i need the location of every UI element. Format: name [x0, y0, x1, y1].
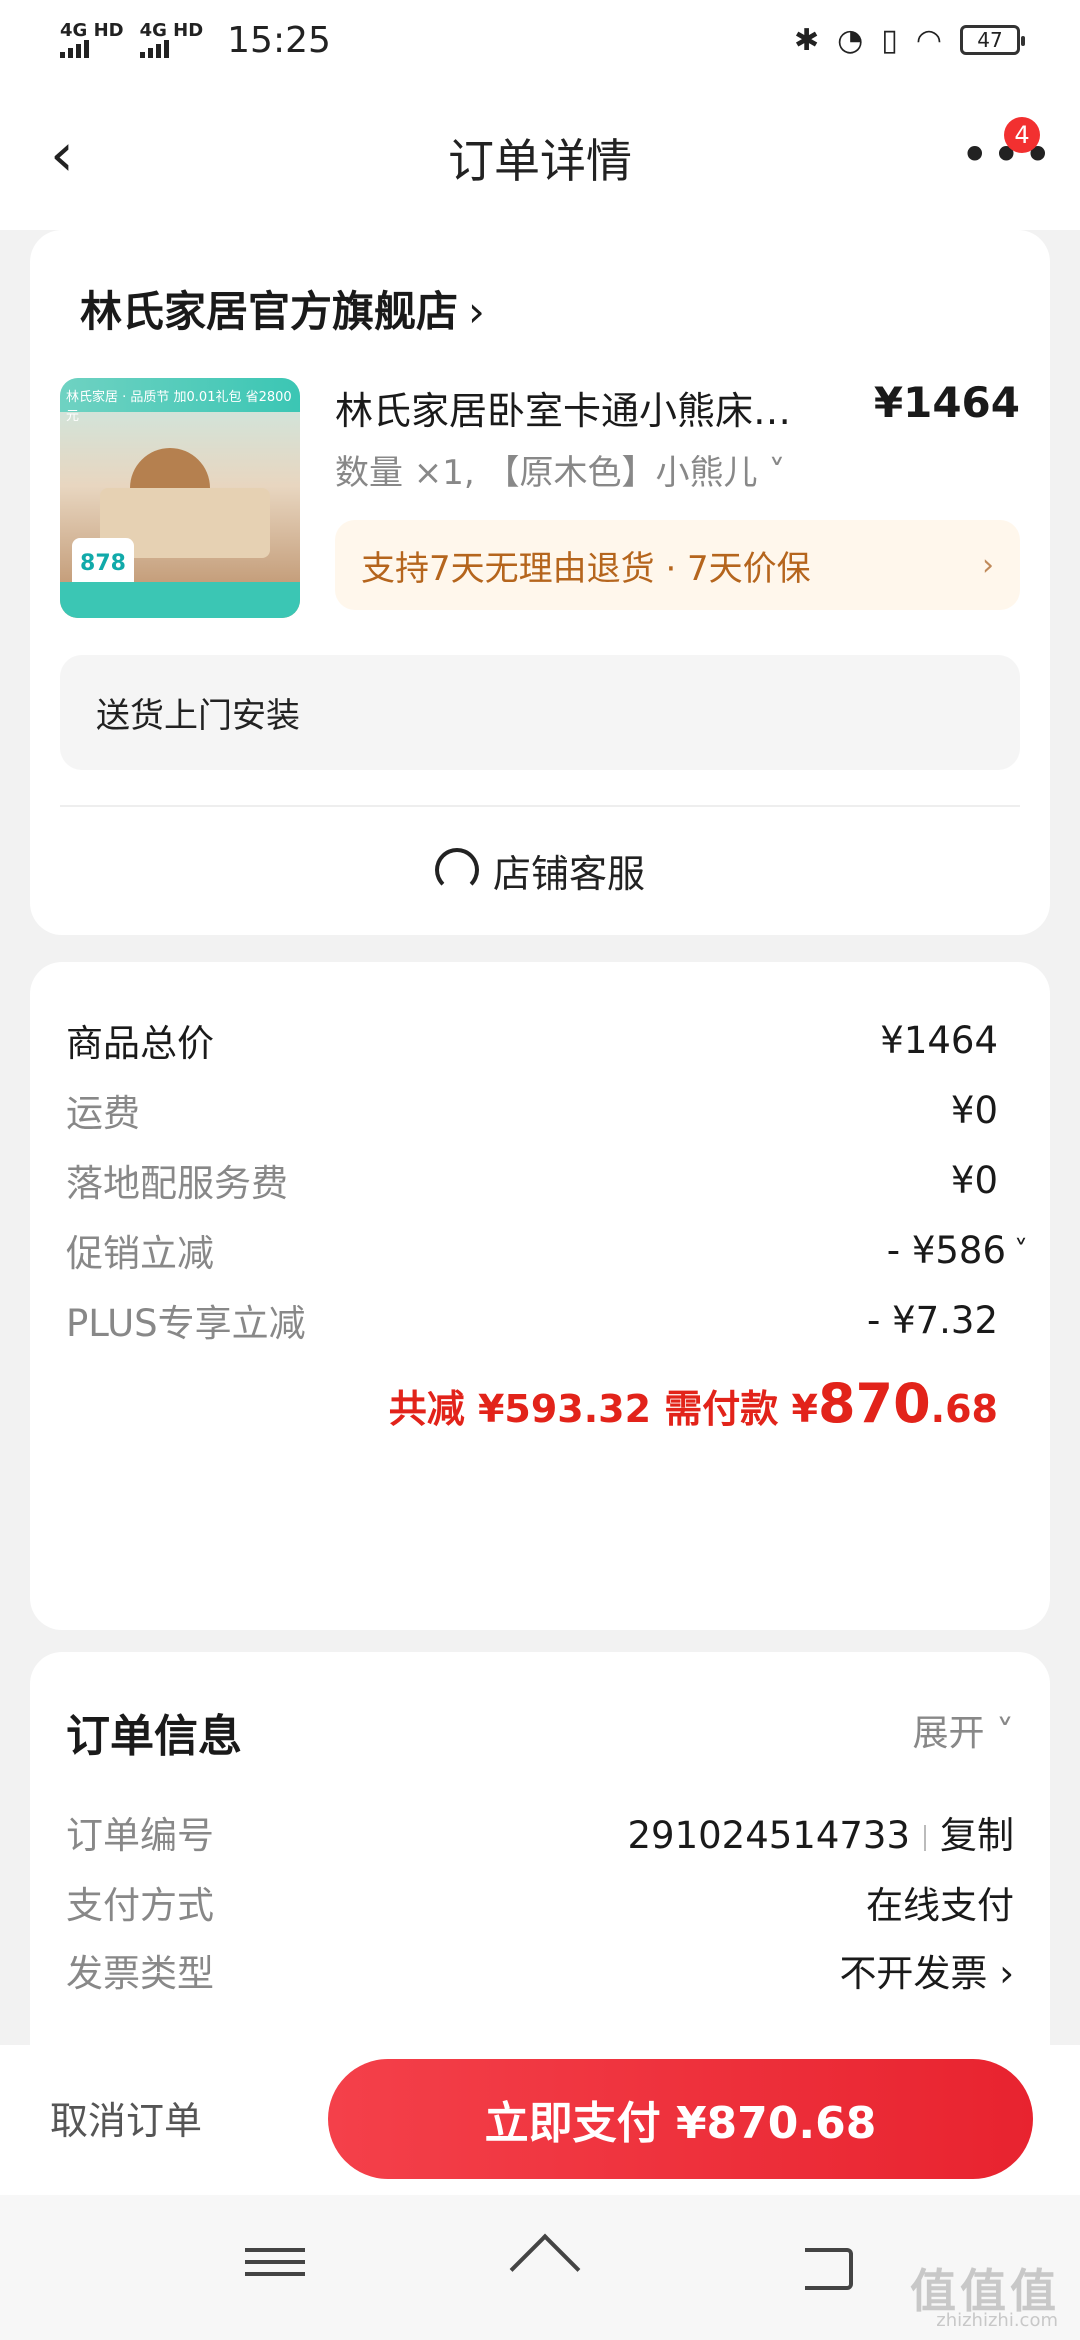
order-info-card: 订单信息 展开 ˅ 订单编号 291024514733 复制 支付方式 在线支付 … [30, 1652, 1050, 2052]
service-guarantee-banner[interactable]: 支持7天无理由退货 · 7天价保 › [335, 520, 1020, 610]
nav-bar: ‹ 订单详情 ••• 4 [0, 80, 1080, 230]
signal-icon: 4G HD [60, 22, 124, 58]
back-icon[interactable] [795, 2240, 855, 2290]
price-label: PLUS专享立减 [66, 1302, 306, 1345]
bluetooth-icon: ✱ [793, 22, 820, 58]
shop-name-link[interactable]: 林氏家居官方旗舰店 › [80, 278, 485, 339]
delivery-note: 送货上门安装 [60, 655, 1020, 770]
pay-now-label: 立即支付 ¥870.68 [484, 2098, 877, 2149]
payment-method-row: 支付方式 在线支付 [66, 1872, 1014, 1932]
separator [924, 1824, 926, 1851]
product-thumbnail[interactable]: 林氏家居 · 品质节 加0.01礼包 省2800元 878 [60, 378, 300, 618]
price-row-plus-discount: PLUS专享立减 - ¥7.32 [66, 1290, 998, 1350]
price-row-delivery-fee: 落地配服务费 ¥0 [66, 1150, 998, 1210]
price-value: - ¥586 [886, 1228, 1006, 1272]
status-time: 15:25 [227, 19, 331, 61]
info-value: 不开发票 › [839, 1952, 1014, 1995]
shop-card: 林氏家居官方旗舰店 › 林氏家居 · 品质节 加0.01礼包 省2800元 878… [30, 230, 1050, 935]
order-number-value: 291024514733 [627, 1814, 911, 1857]
battery-level: 47 [977, 28, 1003, 52]
chevron-down-icon: ˅ [1014, 1233, 1028, 1267]
info-label: 发票类型 [66, 1952, 214, 1995]
signal-label-1: 4G HD [60, 20, 124, 41]
price-value: ¥1464 [880, 1018, 998, 1062]
customer-service-label: 店铺客服 [492, 851, 645, 896]
signal-label-2: 4G HD [139, 20, 204, 41]
alarm-icon: ◔ [837, 22, 864, 58]
order-number-row: 订单编号 291024514733 复制 [66, 1802, 1014, 1862]
total-decimal: .68 [930, 1387, 998, 1431]
price-value: ¥0 [950, 1158, 998, 1202]
status-bar: 4G HD 4G HD 15:25 ✱ ◔ ▯ ◠ 47 [0, 0, 1080, 80]
price-row-promotion[interactable]: 促销立减 - ¥586 ˅ [66, 1220, 1028, 1280]
headset-icon [434, 848, 479, 892]
pay-now-button[interactable]: 立即支付 ¥870.68 [328, 2059, 1033, 2179]
page-title: 订单详情 [448, 134, 632, 188]
more-button[interactable]: ••• 4 [960, 117, 1052, 185]
info-value: 在线支付 [866, 1884, 1014, 1927]
info-label: 支付方式 [66, 1884, 214, 1927]
price-label: 落地配服务费 [66, 1162, 288, 1205]
total-integer: 870 [817, 1372, 931, 1435]
price-value: ¥0 [950, 1088, 998, 1132]
service-guarantee-text: 支持7天无理由退货 · 7天价保 [361, 548, 811, 589]
menu-icon[interactable] [245, 2240, 305, 2290]
price-label: 商品总价 [66, 1022, 214, 1065]
copy-button[interactable]: 复制 [940, 1814, 1014, 1857]
thumb-bottom-strip [60, 582, 300, 618]
payable-total: 共减 ¥593.32 需付款 ¥870.68 [389, 1372, 998, 1435]
total-prefix: 共减 ¥593.32 需付款 ¥ [388, 1387, 818, 1431]
expand-toggle[interactable]: 展开 ˅ [913, 1704, 1014, 1756]
customer-service-button[interactable]: 店铺客服 [30, 830, 1050, 910]
product-price: ¥1464 [873, 378, 1020, 427]
cancel-order-button[interactable]: 取消订单 [50, 2090, 202, 2145]
shop-name: 林氏家居官方旗舰店 [80, 287, 459, 336]
signal-icon-2: 4G HD [139, 20, 204, 58]
battery-icon: 47 [960, 25, 1025, 55]
price-label: 运费 [66, 1092, 140, 1135]
product-name[interactable]: 林氏家居卧室卡通小熊床… [335, 380, 855, 435]
notification-badge: 4 [1004, 117, 1040, 153]
thumb-banner: 林氏家居 · 品质节 加0.01礼包 省2800元 [60, 378, 300, 424]
invoice-type-row[interactable]: 发票类型 不开发票 › [66, 1940, 1014, 2000]
price-label: 促销立减 [66, 1232, 214, 1275]
bottom-action-bar: 取消订单 立即支付 ¥870.68 [0, 2045, 1080, 2195]
divider [60, 805, 1020, 807]
price-row-shipping: 运费 ¥0 [66, 1080, 998, 1140]
wifi-icon: ◠ [915, 22, 942, 58]
price-detail-card: 商品总价 ¥1464 运费 ¥0 落地配服务费 ¥0 促销立减 - ¥586 ˅… [30, 962, 1050, 1630]
price-row-total: 商品总价 ¥1464 [66, 1010, 998, 1070]
home-icon[interactable] [510, 2240, 580, 2290]
order-info-title: 订单信息 [66, 1711, 242, 1762]
info-label: 订单编号 [66, 1814, 214, 1857]
vibrate-icon: ▯ [881, 22, 898, 58]
delivery-note-text: 送货上门安装 [96, 696, 300, 736]
watermark-sub: zhizhizhi.com [936, 2310, 1058, 2331]
status-icons: ✱ ◔ ▯ ◠ 47 [793, 22, 1025, 58]
product-spec[interactable]: 数量 ×1, 【原木色】小熊儿 ˅ [335, 445, 785, 494]
price-value: - ¥7.32 [866, 1298, 998, 1342]
chevron-right-icon: › [468, 287, 485, 336]
order-number: 291024514733 复制 [628, 1805, 1015, 1859]
chevron-right-icon: › [982, 547, 994, 583]
